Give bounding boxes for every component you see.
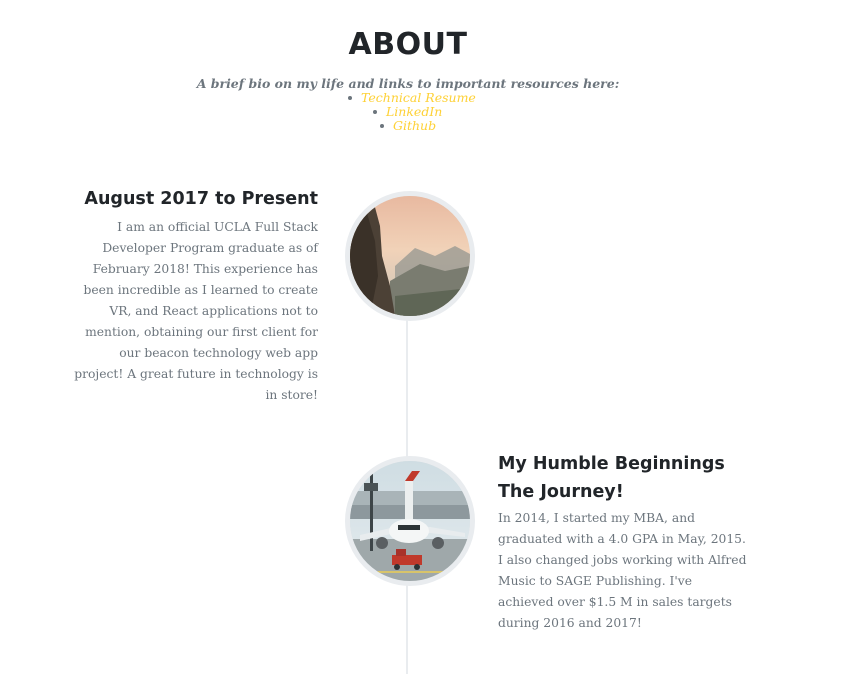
mountain-landscape-photo bbox=[345, 191, 475, 321]
airplane-photo bbox=[345, 456, 475, 586]
timeline-item-2-body: In 2014, I started my MBA, and graduated… bbox=[498, 511, 747, 630]
list-item: Technical Resume bbox=[348, 91, 476, 105]
section-heading: ABOUT bbox=[348, 27, 468, 62]
technical-resume-link[interactable]: Technical Resume bbox=[361, 90, 476, 105]
linkedin-link[interactable]: LinkedIn bbox=[386, 104, 442, 119]
timeline-item-1-title: August 2017 to Present bbox=[84, 189, 318, 209]
github-link[interactable]: Github bbox=[393, 118, 436, 133]
bullet-icon bbox=[348, 95, 352, 100]
bullet-icon bbox=[373, 109, 377, 114]
timeline-item-2-title-line2: The Journey! bbox=[498, 482, 624, 502]
bullet-icon bbox=[380, 123, 384, 128]
list-item: Github bbox=[380, 119, 436, 133]
timeline-item-2-title-line1: My Humble Beginnings bbox=[498, 454, 725, 474]
section-subheading: A brief bio on my life and links to impo… bbox=[196, 76, 620, 91]
mountain-image-icon bbox=[350, 196, 470, 316]
list-item: LinkedIn bbox=[373, 105, 442, 119]
timeline-item-1-body: I am an official UCLA Full Stack Develop… bbox=[74, 220, 318, 402]
timeline-item-2-title: My Humble Beginnings The Journey! bbox=[498, 450, 798, 506]
airplane-image-icon bbox=[350, 461, 470, 581]
